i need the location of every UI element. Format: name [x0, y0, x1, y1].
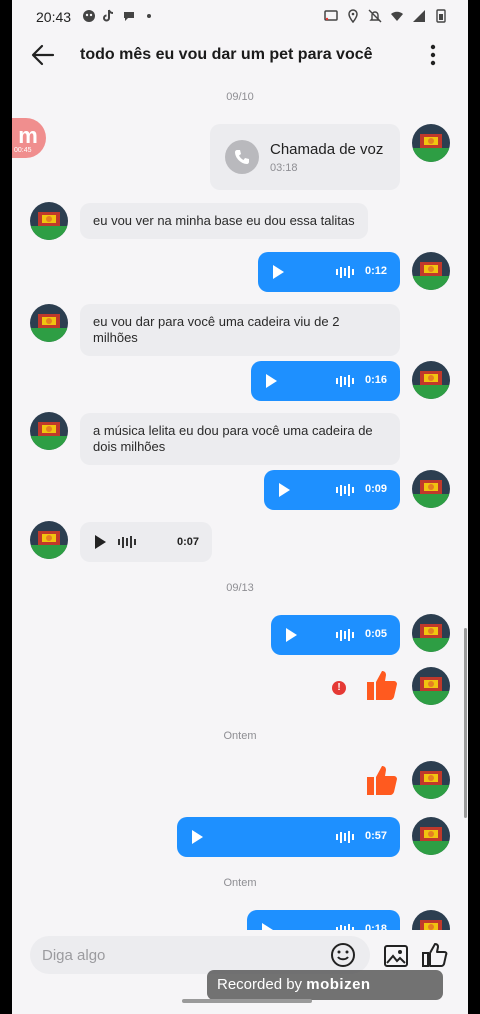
date-separator: 09/13: [226, 582, 254, 594]
play-icon[interactable]: [279, 483, 290, 497]
cast-icon: [324, 10, 338, 21]
avatar[interactable]: [412, 614, 450, 652]
recorder-floating-button[interactable]: m 00:45: [12, 118, 46, 158]
date-separator: 09/10: [226, 91, 254, 103]
scrollbar[interactable]: [464, 628, 467, 818]
voice-message-in[interactable]: 0:07: [80, 522, 212, 562]
date-separator: Ontem: [223, 877, 257, 889]
phone-icon: [225, 140, 259, 174]
chat-header: todo mês eu vou dar um pet para você: [12, 34, 468, 76]
recorded-by-watermark: Recorded by mobizen: [207, 970, 443, 1000]
voice-message-out[interactable]: 0:09: [264, 470, 400, 510]
waveform-icon: [336, 375, 354, 387]
avatar[interactable]: [412, 124, 450, 162]
voice-duration: 0:16: [364, 374, 387, 386]
thumbs-up-icon[interactable]: [420, 941, 448, 969]
avatar[interactable]: [412, 470, 450, 508]
chat-screen: 20:43 todo mês eu vou dar um pet para vo…: [12, 0, 468, 1014]
voice-message-out[interactable]: 0:57: [177, 817, 400, 857]
location-icon: [348, 9, 358, 23]
waveform-icon: [336, 484, 354, 496]
waveform-icon: [336, 266, 354, 278]
signal-icon: [413, 10, 425, 22]
image-icon[interactable]: [383, 943, 409, 969]
svg-text:m: m: [18, 123, 38, 148]
voice-message-out[interactable]: 0:05: [271, 615, 400, 655]
notification-icons: [82, 9, 156, 23]
call-title: Chamada de voz: [270, 141, 384, 158]
mute-icon: [368, 9, 382, 23]
play-icon[interactable]: [286, 628, 297, 642]
message-text-in[interactable]: eu vou dar para você uma cadeira viu de …: [80, 304, 400, 356]
game-icon: [83, 10, 95, 22]
status-bar: 20:43: [12, 0, 468, 34]
thumbs-up-sticker-icon[interactable]: [364, 763, 398, 797]
date-separator: Ontem: [223, 730, 257, 742]
message-text-in[interactable]: a música lelita eu dou para você uma cad…: [80, 413, 400, 465]
watermark-brand: mobizen: [306, 976, 371, 993]
dot-icon: [147, 14, 151, 18]
wifi-icon: [391, 11, 403, 21]
home-indicator[interactable]: [182, 999, 312, 1003]
recorder-timer: 00:45: [14, 147, 32, 154]
message-input-container: [30, 936, 370, 974]
tiktok-icon: [103, 9, 114, 22]
waveform-icon: [118, 536, 136, 548]
voice-message-out[interactable]: 0:12: [258, 252, 400, 292]
voice-call-card[interactable]: Chamada de voz 03:18: [210, 124, 400, 190]
message-text-in[interactable]: eu vou ver na minha base eu dou essa tal…: [80, 203, 368, 239]
play-icon[interactable]: [273, 265, 284, 279]
avatar[interactable]: [412, 361, 450, 399]
avatar[interactable]: [30, 202, 68, 240]
message-input[interactable]: [42, 936, 312, 974]
voice-duration: 0:12: [364, 265, 387, 277]
avatar[interactable]: [412, 252, 450, 290]
thumbs-up-sticker-icon[interactable]: [364, 668, 398, 702]
voice-duration: 0:07: [176, 536, 199, 548]
chat-title: todo mês eu vou dar um pet para você: [80, 46, 373, 63]
emoji-icon[interactable]: [330, 942, 356, 968]
waveform-icon: [336, 629, 354, 641]
watermark-prefix: Recorded by: [217, 976, 303, 993]
play-icon[interactable]: [192, 830, 203, 844]
voice-duration: 0:57: [364, 830, 387, 842]
avatar[interactable]: [412, 817, 450, 855]
play-icon[interactable]: [95, 535, 106, 549]
waveform-icon: [336, 831, 354, 843]
call-duration: 03:18: [270, 162, 298, 174]
play-icon[interactable]: [266, 374, 277, 388]
more-options-icon[interactable]: [418, 40, 448, 70]
chat-bubble-icon: [124, 12, 134, 21]
back-arrow-icon[interactable]: [28, 40, 58, 70]
avatar[interactable]: [30, 304, 68, 342]
voice-message-out[interactable]: 0:16: [251, 361, 400, 401]
avatar[interactable]: [30, 521, 68, 559]
voice-duration: 0:05: [364, 628, 387, 640]
send-error-icon[interactable]: !: [332, 681, 346, 695]
avatar[interactable]: [412, 667, 450, 705]
avatar[interactable]: [30, 412, 68, 450]
status-time: 20:43: [36, 9, 72, 25]
avatar[interactable]: [412, 761, 450, 799]
battery-icon: [436, 9, 446, 23]
system-icons: [324, 9, 448, 23]
voice-duration: 0:09: [364, 483, 387, 495]
